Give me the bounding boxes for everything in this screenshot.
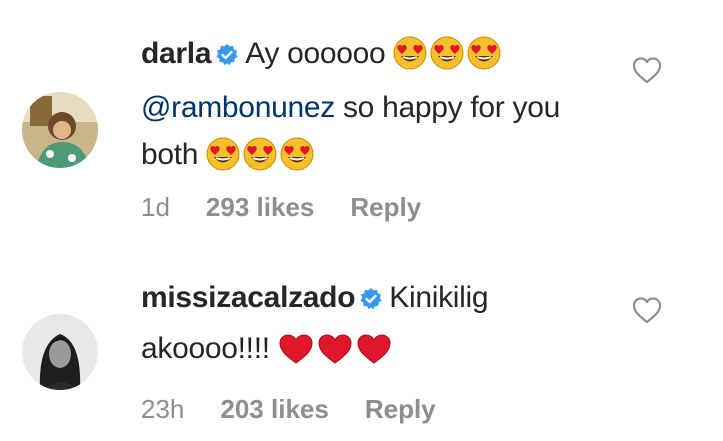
comment-meta: 23h 203 likes Reply [141,394,472,425]
heart-eyes-emoji [393,36,427,84]
avatar[interactable] [22,92,98,168]
like-button[interactable] [632,56,662,84]
heart-outline-icon [632,57,662,84]
comment-likes[interactable]: 293 likes [206,192,314,222]
mention-link[interactable]: @rambonunez [141,91,335,124]
comment-timestamp[interactable]: 1d [141,192,170,222]
comment-body: Ay oooooo [245,37,386,70]
like-button[interactable] [632,296,662,324]
comment-text: missizacalzado Kinikilig akoooo!!!! [141,274,611,379]
red-heart-emoji [317,332,353,379]
heart-eyes-emoji [430,36,464,84]
avatar[interactable] [22,314,98,390]
comment-meta: 1d 293 likes Reply [141,192,457,223]
heart-eyes-emoji [206,137,240,185]
heart-outline-icon [632,297,662,324]
reply-button[interactable]: Reply [365,394,436,424]
comment-text: darla Ay oooooo @rambonunez so happy for … [141,30,611,185]
red-heart-emoji [356,332,392,379]
reply-button[interactable]: Reply [350,192,421,222]
heart-eyes-emoji [280,137,314,185]
comment-timestamp[interactable]: 23h [141,394,184,424]
red-heart-emoji [278,332,314,379]
comment-username[interactable]: missizacalzado [141,281,356,314]
verified-badge-icon [359,278,383,325]
heart-eyes-emoji [467,36,501,84]
verified-badge-icon [215,34,239,81]
heart-eyes-emoji [243,137,277,185]
comment-likes[interactable]: 203 likes [220,394,328,424]
comment-username[interactable]: darla [141,37,212,70]
